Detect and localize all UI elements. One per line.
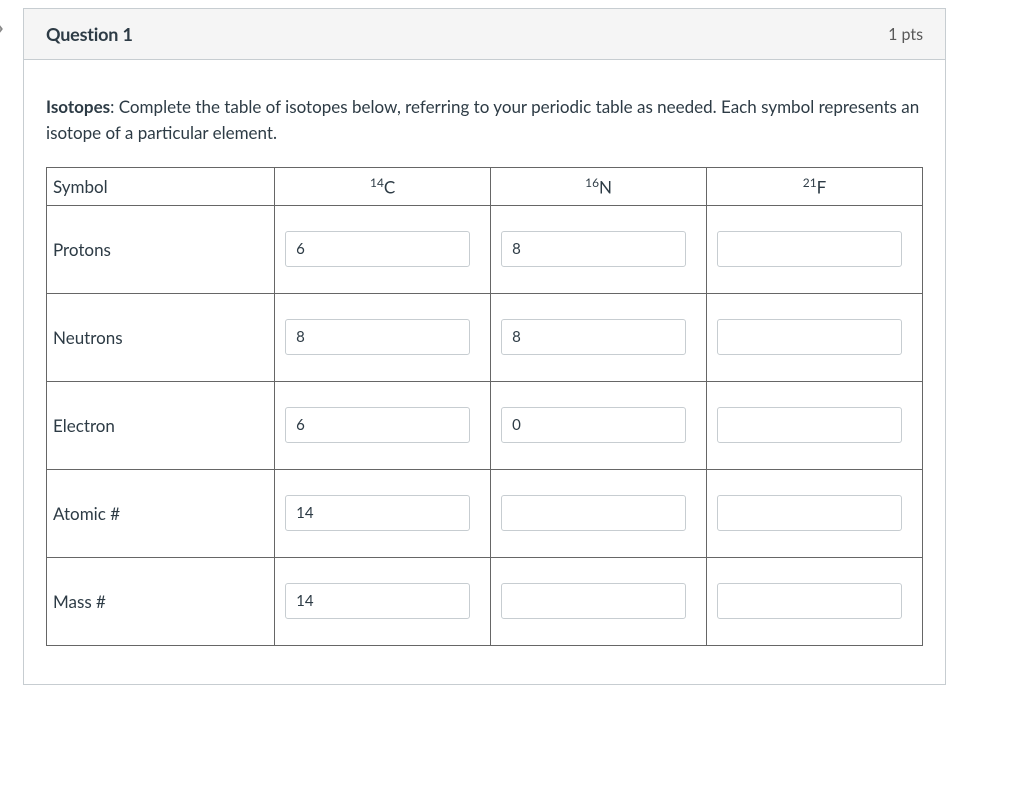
isotope-letter-f: F (817, 177, 827, 198)
row-label-electron: Electron (47, 381, 275, 469)
question-instructions: Isotopes: Complete the table of isotopes… (46, 94, 923, 147)
atomic-f-input[interactable] (717, 495, 902, 531)
protons-n-input[interactable] (501, 231, 686, 267)
neutrons-c-input[interactable] (285, 319, 470, 355)
table-row: Mass # (47, 557, 923, 645)
table-row: Protons (47, 205, 923, 293)
mass-n-input[interactable] (501, 583, 686, 619)
mass-f-input[interactable] (717, 583, 902, 619)
mass-c-input[interactable] (285, 583, 470, 619)
instructions-lead: Isotopes (46, 96, 110, 117)
electron-c-input[interactable] (285, 407, 470, 443)
table-row: Atomic # (47, 469, 923, 557)
table-row: Electron (47, 381, 923, 469)
atomic-n-input[interactable] (501, 495, 686, 531)
symbol-header-cell: Symbol (47, 167, 275, 205)
isotope-letter-n: N (599, 177, 612, 198)
row-label-mass: Mass # (47, 557, 275, 645)
isotope-col-f: 21F (707, 167, 923, 205)
electron-f-input[interactable] (717, 407, 902, 443)
table-header-row: Symbol 14C 16N 21F (47, 167, 923, 205)
question-body: Isotopes: Complete the table of isotopes… (24, 60, 945, 684)
question-points: 1 pts (888, 25, 923, 44)
row-label-atomic: Atomic # (47, 469, 275, 557)
isotope-mass-f: 21 (803, 175, 817, 190)
question-title: Question 1 (46, 23, 133, 45)
atomic-c-input[interactable] (285, 495, 470, 531)
row-label-neutrons: Neutrons (47, 293, 275, 381)
isotope-mass-n: 16 (585, 175, 599, 190)
question-card: Question 1 1 pts Isotopes: Complete the … (23, 8, 946, 685)
neutrons-f-input[interactable] (717, 319, 902, 355)
table-row: Neutrons (47, 293, 923, 381)
instructions-text: : Complete the table of isotopes below, … (46, 96, 919, 143)
isotope-col-c: 14C (275, 167, 491, 205)
protons-c-input[interactable] (285, 231, 470, 267)
neutrons-n-input[interactable] (501, 319, 686, 355)
question-header: Question 1 1 pts (24, 9, 945, 60)
protons-f-input[interactable] (717, 231, 902, 267)
isotope-col-n: 16N (491, 167, 707, 205)
electron-n-input[interactable] (501, 407, 686, 443)
isotopes-table: Symbol 14C 16N 21F Protons (46, 167, 923, 646)
chevron-right-icon (0, 18, 12, 38)
isotope-mass-c: 14 (370, 175, 384, 190)
row-label-protons: Protons (47, 205, 275, 293)
isotope-letter-c: C (384, 177, 395, 198)
